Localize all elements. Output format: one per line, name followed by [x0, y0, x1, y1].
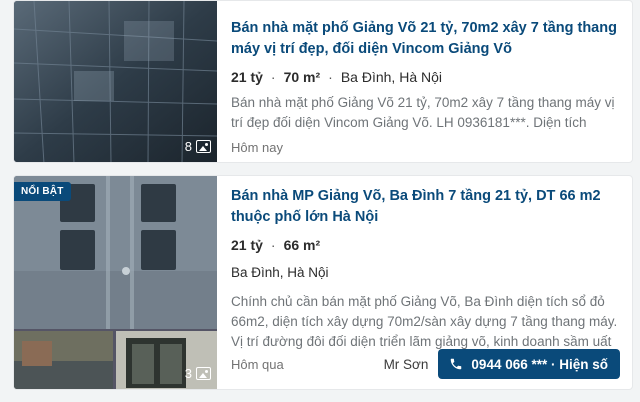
listing-photo[interactable]: 8: [14, 1, 217, 162]
listing-meta: 21 tỷ · 66 m²: [231, 237, 620, 253]
listing-description: Chính chủ cần bán mặt phố Giảng Võ, Ba Đ…: [231, 294, 618, 349]
phone-label: 0944 066 *** · Hiện số: [471, 356, 608, 372]
featured-badge: NỔI BẬT: [14, 182, 71, 201]
image-icon: [196, 140, 211, 153]
photo-count-label: 3: [184, 366, 192, 381]
separator-dot: ·: [270, 237, 276, 253]
listing-card[interactable]: 8 Bán nhà mặt phố Giảng Võ 21 tỷ, 70m2 x…: [13, 0, 633, 163]
listing-card[interactable]: NỔI BẬT 3 Bán nhà MP Giảng Võ, Ba Đình 7…: [13, 175, 633, 390]
building-photo: [14, 176, 217, 389]
listing-area: 66 m²: [283, 237, 321, 253]
listing-description: Bán nhà mặt phố Giảng Võ 21 tỷ, 70m2 xây…: [231, 95, 615, 130]
listing-date: Hôm nay: [231, 140, 284, 155]
separator-dot: ·: [270, 69, 276, 85]
listing-location: Ba Đình, Hà Nội: [231, 265, 329, 280]
listing-price: 21 tỷ: [231, 69, 263, 85]
listing-title[interactable]: Bán nhà mặt phố Giảng Võ 21 tỷ, 70m2 xây…: [231, 18, 620, 60]
listing-title[interactable]: Bán nhà MP Giảng Võ, Ba Đình 7 tầng 21 t…: [231, 186, 620, 228]
image-icon: [196, 367, 211, 380]
listing-location-row: Ba Đình, Hà Nội: [231, 265, 620, 280]
listing-date: Hôm qua: [231, 356, 284, 372]
listing-meta: 21 tỷ · 70 m² · Ba Đình, Hà Nội: [231, 69, 620, 85]
separator-dot: ·: [328, 69, 333, 85]
photo-count: 3: [185, 366, 211, 381]
photo-count: 8: [185, 139, 211, 154]
show-phone-button[interactable]: 0944 066 *** · Hiện số: [438, 349, 620, 379]
phone-icon: [451, 358, 462, 370]
contact-row: Hôm qua Mr Sơn 0944 066 *** · Hiện số: [231, 349, 620, 379]
agent-name[interactable]: Mr Sơn: [384, 357, 429, 372]
listing-photo-grid[interactable]: 3: [14, 176, 217, 389]
building-photo: [14, 1, 217, 162]
photo-count-label: 8: [184, 139, 192, 154]
listing-location: Ba Đình, Hà Nội: [340, 69, 443, 85]
listing-info: Bán nhà mặt phố Giảng Võ 21 tỷ, 70m2 xây…: [231, 1, 620, 162]
listing-price: 21 tỷ: [231, 237, 263, 253]
listing-area: 70 m²: [283, 69, 321, 85]
listing-info: Bán nhà MP Giảng Võ, Ba Đình 7 tầng 21 t…: [231, 176, 620, 389]
